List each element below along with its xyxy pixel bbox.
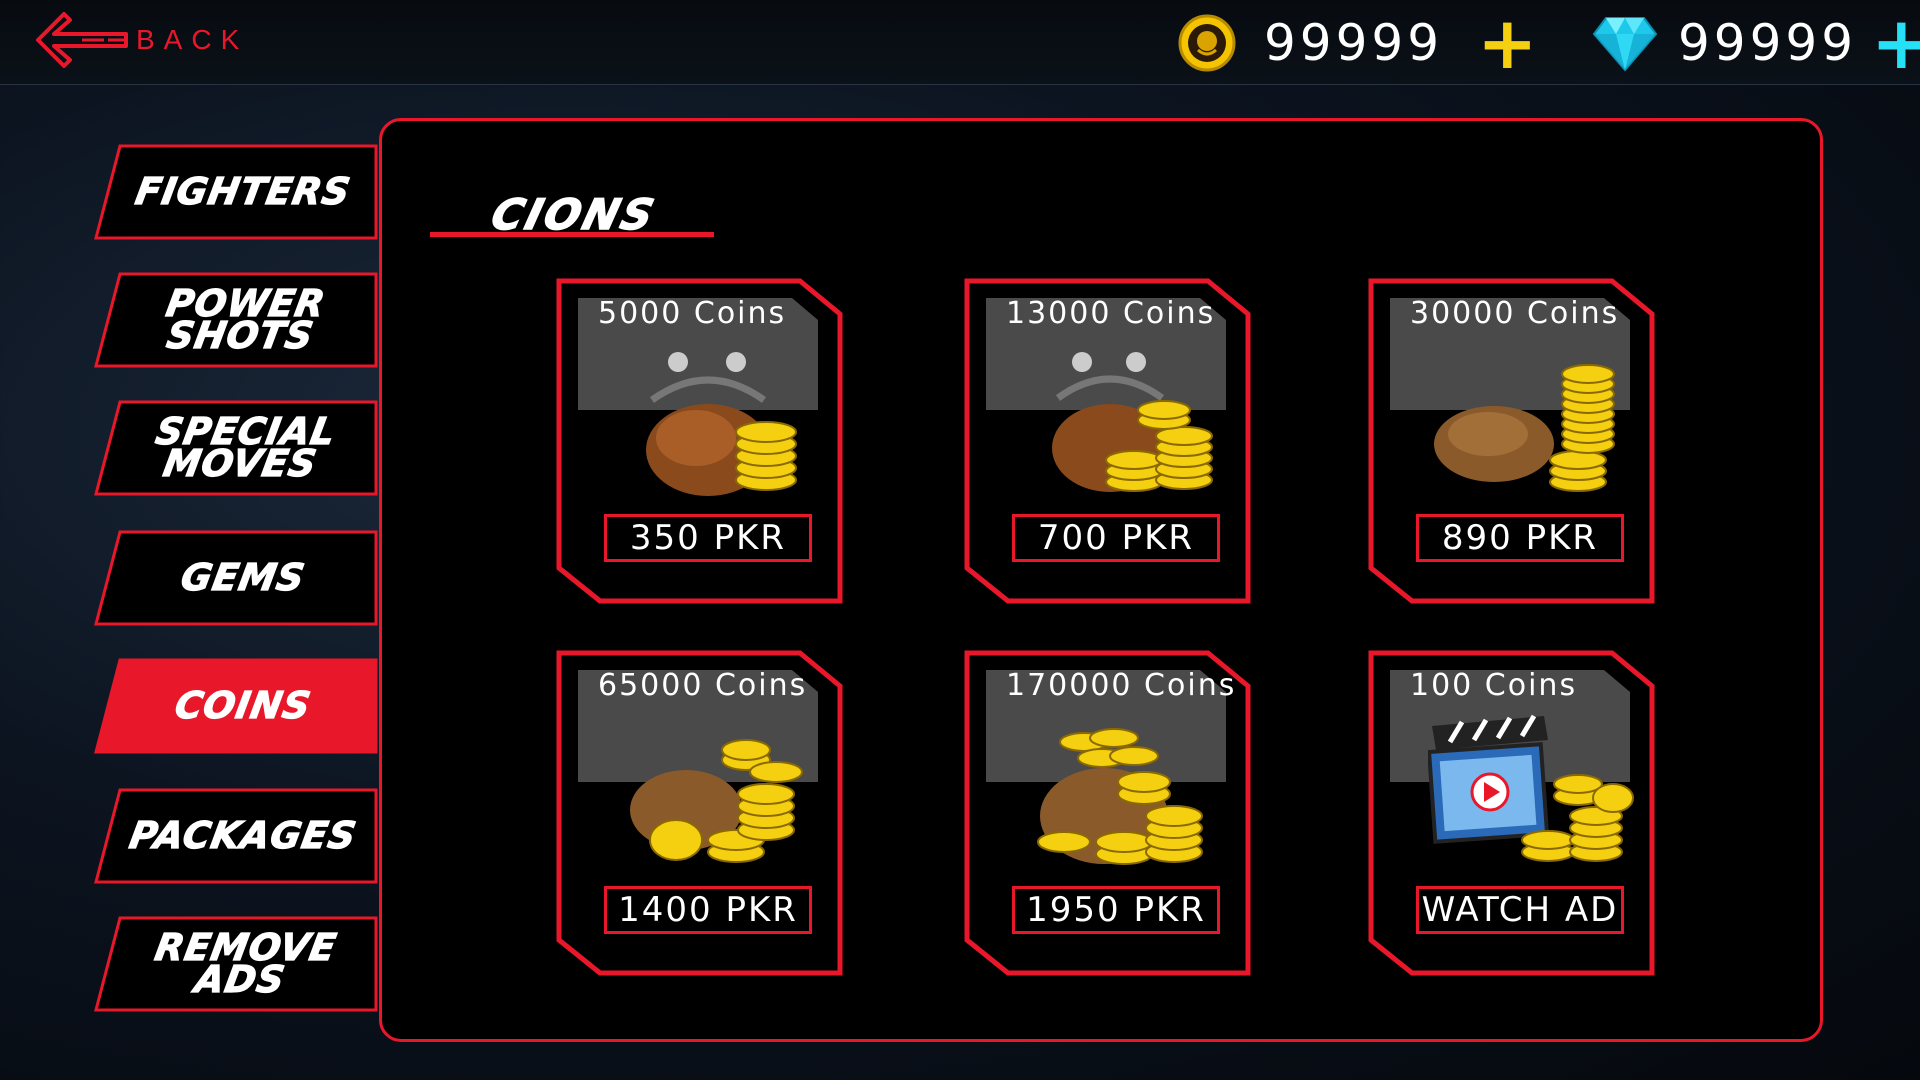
buy-button[interactable]: 890 PKR (1416, 514, 1624, 562)
tab-label: FIGHTERS (132, 169, 355, 213)
purse-with-coins-icon (646, 352, 797, 496)
buy-button[interactable]: 1950 PKR (1012, 886, 1220, 934)
tab-label: PACKAGES (126, 813, 361, 857)
coin-offer-card[interactable]: 30000 Coins 890 PKR (1368, 278, 1656, 604)
coin-balance: 99999 + (1178, 7, 1537, 79)
tab-label: GEMS (177, 555, 309, 599)
coin-icon (1178, 14, 1236, 72)
offer-title: 65000 Coins (598, 668, 808, 703)
sack-with-coin-stacks-icon (1434, 364, 1615, 492)
offer-title: 170000 Coins (1006, 668, 1237, 703)
add-coins-button[interactable]: + (1477, 7, 1537, 79)
coin-offer-card[interactable]: 170000 Coins 1950 PKR (964, 650, 1252, 976)
offer-title: 100 Coins (1410, 668, 1578, 703)
diamond-icon (1592, 14, 1658, 72)
offer-title: 30000 Coins (1410, 296, 1620, 331)
purse-with-coin-stacks-icon (1052, 352, 1213, 492)
tab-fighters[interactable]: FIGHTERS (94, 144, 378, 240)
tab-label: SPECIAL MOVES (152, 409, 340, 485)
tab-special-moves[interactable]: SPECIAL MOVES (94, 400, 378, 496)
buy-button[interactable]: 700 PKR (1012, 514, 1220, 562)
offer-title: 5000 Coins (598, 296, 787, 331)
coin-offer-card[interactable]: 13000 Coins 700 PKR (964, 278, 1252, 604)
back-label: BACK (136, 24, 249, 55)
top-bar: BACK 99999 + 99999 + (0, 0, 1920, 85)
overflowing-sack-icon (1037, 728, 1203, 865)
video-clapper-with-coins-icon (1428, 714, 1634, 862)
offer-title: 13000 Coins (1006, 296, 1216, 331)
add-gems-button[interactable]: + (1871, 7, 1920, 79)
gem-amount: 99999 (1678, 14, 1858, 72)
tab-label: POWER SHOTS (162, 281, 329, 357)
tab-remove-ads[interactable]: REMOVE ADS (94, 916, 378, 1012)
sack-with-coin-pile-icon (630, 739, 803, 863)
tab-coins[interactable]: COINS (94, 658, 378, 754)
back-button[interactable]: BACK (34, 8, 248, 72)
tab-gems[interactable]: GEMS (94, 530, 378, 626)
back-arrow-icon (36, 12, 128, 68)
tab-label: REMOVE ADS (151, 925, 341, 1001)
coin-offer-card[interactable]: 100 Coins WATCH AD (1368, 650, 1656, 976)
title-underline (430, 232, 714, 237)
coin-offer-card[interactable]: 65000 Coins 1400 PKR (556, 650, 844, 976)
buy-button[interactable]: 350 PKR (604, 514, 812, 562)
gem-balance: 99999 + (1592, 7, 1920, 79)
coin-offer-card[interactable]: 5000 Coins 350 PKR (556, 278, 844, 604)
coin-amount: 99999 (1264, 14, 1444, 72)
tab-power-shots[interactable]: POWER SHOTS (94, 272, 378, 368)
tab-packages[interactable]: PACKAGES (94, 788, 378, 884)
buy-button[interactable]: 1400 PKR (604, 886, 812, 934)
watch-ad-button[interactable]: WATCH AD (1416, 886, 1624, 934)
tab-label: COINS (171, 683, 315, 727)
